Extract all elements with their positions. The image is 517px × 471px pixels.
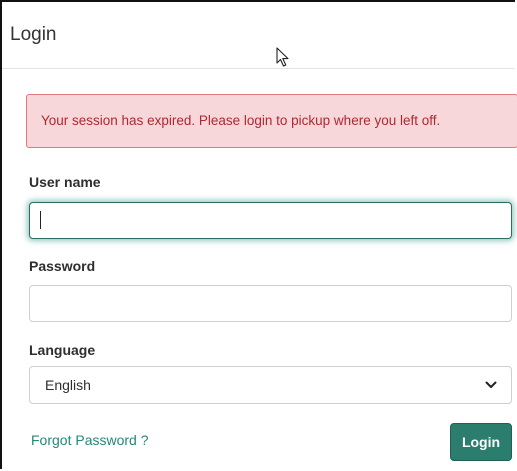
mouse-pointer-icon: [276, 47, 289, 67]
session-expired-alert: Your session has expired. Please login t…: [26, 94, 517, 148]
password-input[interactable]: [29, 285, 512, 322]
text-caret: [40, 211, 41, 229]
alert-message: Your session has expired. Please login t…: [41, 113, 441, 128]
dialog-header: Login: [2, 2, 515, 69]
username-label: User name: [29, 174, 101, 190]
login-dialog: Login Your session has expired. Please l…: [0, 0, 517, 469]
language-select[interactable]: English: [29, 366, 512, 404]
password-label: Password: [29, 258, 96, 274]
username-input[interactable]: [29, 202, 512, 239]
dialog-title: Login: [10, 24, 57, 45]
login-button[interactable]: Login: [450, 423, 512, 461]
forgot-password-link[interactable]: Forgot Password ?: [31, 432, 149, 448]
chevron-down-icon: [485, 381, 497, 388]
language-label: Language: [29, 342, 96, 358]
language-selected-value: English: [45, 377, 91, 393]
